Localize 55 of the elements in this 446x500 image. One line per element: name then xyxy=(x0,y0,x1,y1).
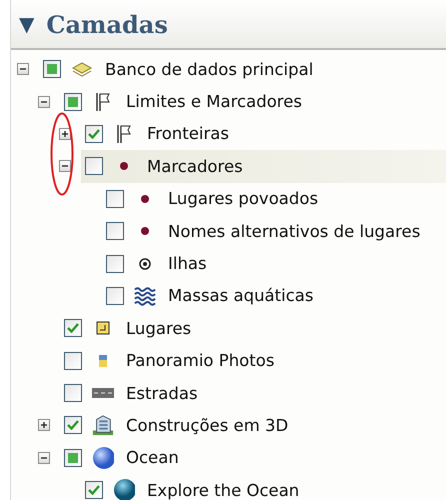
waves-icon xyxy=(134,286,156,306)
layer-label[interactable]: Marcadores xyxy=(147,156,243,176)
checkmark-icon xyxy=(88,485,100,496)
target-icon xyxy=(139,258,151,270)
stacked-layers-icon xyxy=(71,60,93,78)
layer-label[interactable]: Ilhas xyxy=(168,254,207,274)
dot-icon xyxy=(120,162,128,170)
layer-label[interactable]: Limites e Marcadores xyxy=(126,92,302,112)
layer-label[interactable]: Panoramio Photos xyxy=(126,351,274,370)
layer-label[interactable]: Lugares xyxy=(126,318,192,338)
checkbox[interactable] xyxy=(64,384,82,402)
road-icon xyxy=(92,388,114,398)
layer-label[interactable]: Construções em 3D xyxy=(126,416,288,435)
layer-label[interactable]: Ocean xyxy=(126,448,179,468)
checkbox[interactable] xyxy=(106,190,124,208)
layer-label[interactable]: Banco de dados principal xyxy=(105,60,314,79)
checkbox[interactable] xyxy=(106,254,124,273)
layer-label[interactable]: Massas aquáticas xyxy=(168,286,314,306)
dot-icon xyxy=(141,227,149,236)
checkmark-icon xyxy=(88,128,100,139)
plus-icon xyxy=(40,421,48,430)
expand-button[interactable] xyxy=(59,128,71,140)
checkbox[interactable] xyxy=(64,448,82,467)
layer-label[interactable]: Lugares povoados xyxy=(168,189,318,208)
flag-icon xyxy=(95,92,111,112)
building-icon xyxy=(92,413,114,438)
layer-label[interactable]: Explore the Ocean xyxy=(147,480,300,500)
checkbox[interactable] xyxy=(43,60,61,78)
checkbox[interactable] xyxy=(106,286,124,305)
checkbox[interactable] xyxy=(85,157,103,176)
layer-label[interactable]: Fronteiras xyxy=(147,124,229,144)
panel-title: Camadas xyxy=(46,10,168,38)
photo-icon xyxy=(99,354,107,367)
collapse-arrow[interactable]: ▼ xyxy=(19,12,34,36)
expand-button[interactable] xyxy=(38,419,50,432)
checkmark-icon xyxy=(67,420,79,430)
checkbox[interactable] xyxy=(64,416,82,434)
dot-icon xyxy=(141,194,149,203)
collapse-button[interactable] xyxy=(17,63,29,76)
checkbox[interactable] xyxy=(106,222,124,240)
checkbox[interactable] xyxy=(64,319,82,338)
checkbox[interactable] xyxy=(64,352,82,370)
collapse-button[interactable] xyxy=(38,452,50,464)
flag-icon xyxy=(116,124,132,144)
square-icon xyxy=(96,321,110,336)
checkbox[interactable] xyxy=(85,481,103,500)
layer-label[interactable]: Nomes alternativos de lugares xyxy=(168,222,420,241)
checkbox[interactable] xyxy=(85,124,103,143)
collapse-button[interactable] xyxy=(59,160,71,172)
checkbox[interactable] xyxy=(64,92,82,111)
globe-icon xyxy=(92,446,114,470)
layer-label[interactable]: Estradas xyxy=(126,384,198,403)
collapse-button[interactable] xyxy=(38,96,50,108)
checkmark-icon xyxy=(67,323,79,334)
plus-icon xyxy=(61,130,69,138)
